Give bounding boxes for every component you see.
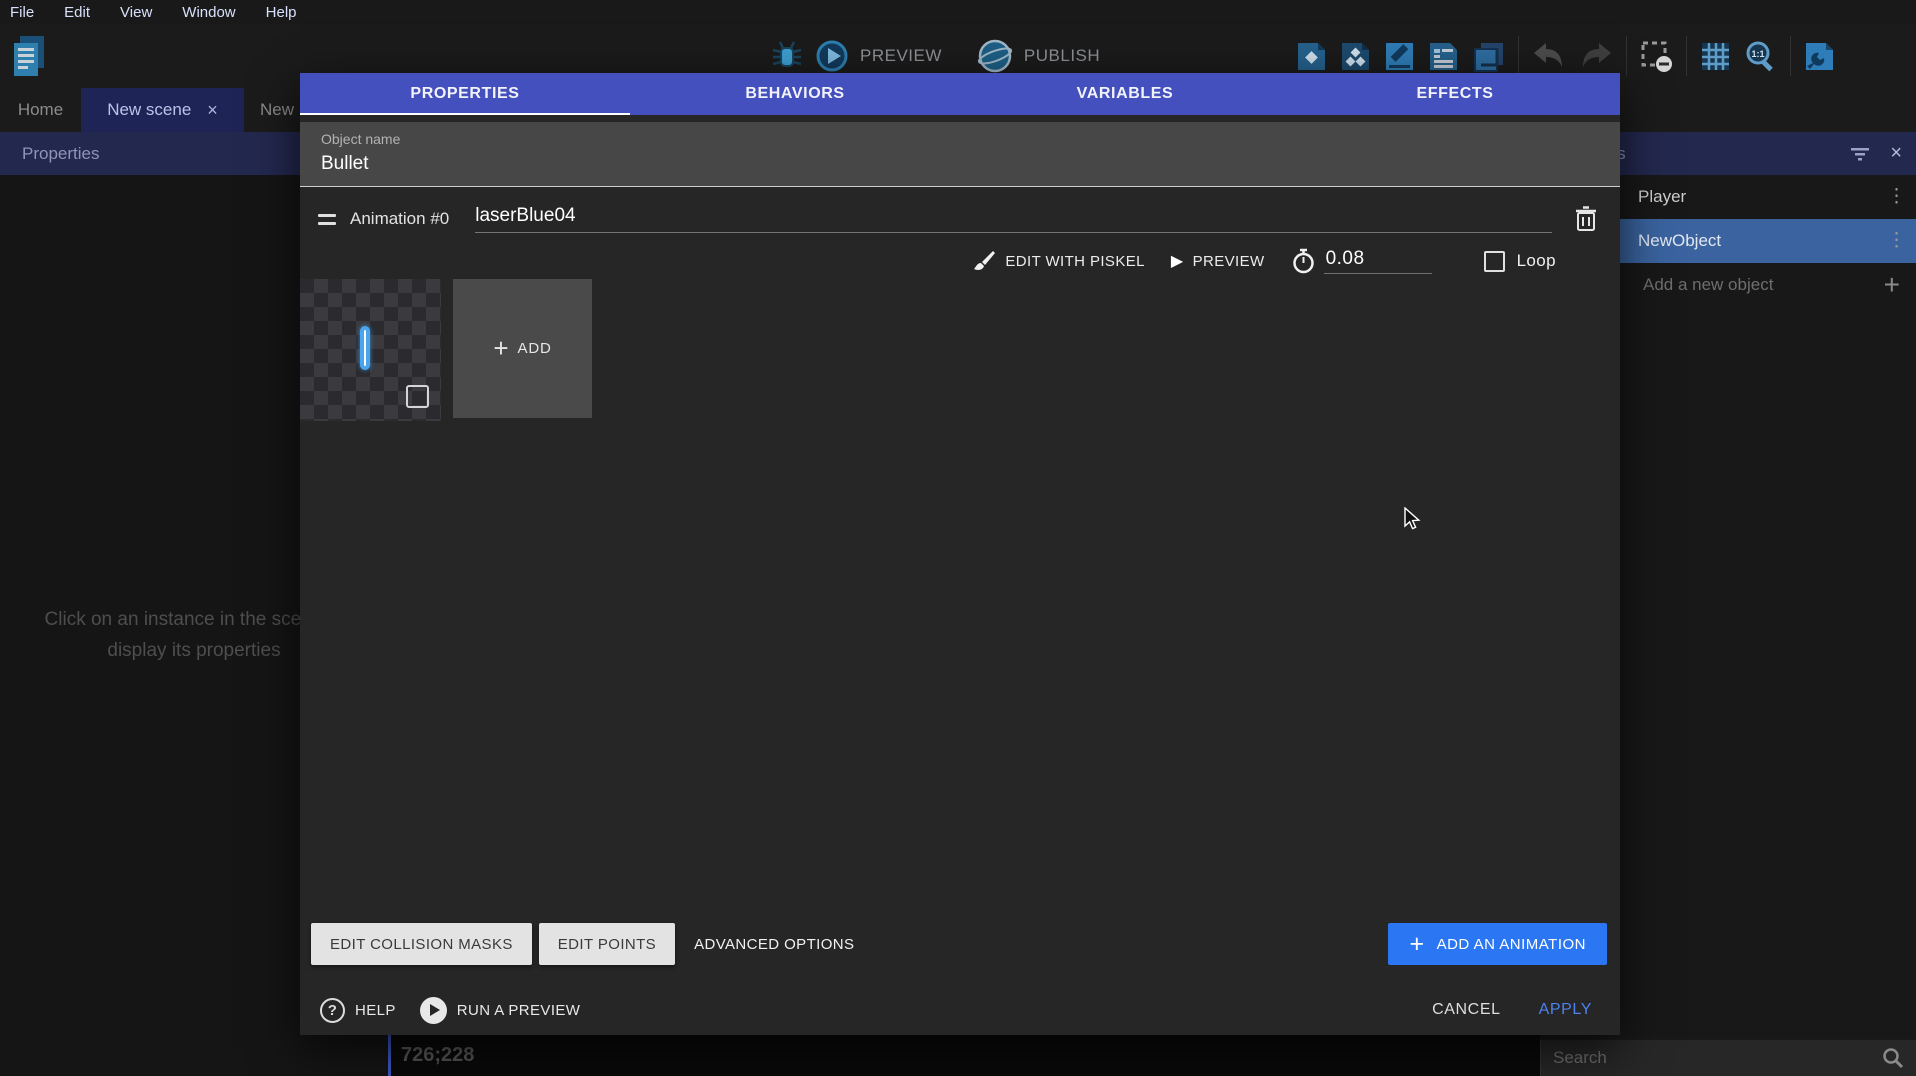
menu-edit[interactable]: Edit — [64, 4, 90, 21]
tab-home-label: Home — [18, 100, 63, 120]
object-editor-dialog: PROPERTIES BEHAVIORS VARIABLES EFFECTS O… — [300, 73, 1620, 1035]
animation-name-field[interactable]: laserBlue04 — [475, 205, 1552, 233]
toolbar-separator — [1686, 36, 1687, 76]
scene-status-bar: 726;228 — [388, 1035, 1540, 1076]
time-between-frames-field[interactable]: 0.08 — [1324, 248, 1432, 274]
search-icon[interactable] — [1882, 1047, 1904, 1069]
loop-label: Loop — [1517, 251, 1556, 271]
menu-view[interactable]: View — [120, 4, 152, 21]
play-icon: ▶ — [1171, 251, 1184, 271]
undo-icon[interactable] — [1532, 41, 1566, 71]
run-preview-icon[interactable] — [420, 997, 447, 1024]
animation-title: Animation #0 — [350, 209, 449, 229]
menu-file[interactable]: File — [10, 4, 34, 21]
debug-icon[interactable] — [770, 38, 804, 74]
menu-window[interactable]: Window — [182, 4, 235, 21]
dialog-tab-bar: PROPERTIES BEHAVIORS VARIABLES EFFECTS — [300, 73, 1620, 115]
add-an-animation-button[interactable]: + ADD AN ANIMATION — [1388, 923, 1607, 965]
mouse-cursor — [1403, 507, 1425, 536]
brush-icon — [972, 249, 996, 273]
run-a-preview-button[interactable]: RUN A PREVIEW — [457, 1002, 581, 1019]
loop-checkbox[interactable] — [1484, 251, 1505, 272]
search-input[interactable] — [1553, 1048, 1882, 1068]
toolbar-separator — [1790, 36, 1791, 76]
instances-list-icon[interactable] — [1428, 41, 1459, 72]
edit-scene-icon[interactable] — [1384, 41, 1415, 72]
edit-collision-masks-button[interactable]: EDIT COLLISION MASKS — [311, 923, 532, 965]
help-icon[interactable]: ? — [320, 998, 345, 1023]
filter-icon[interactable] — [1850, 146, 1870, 162]
cancel-button[interactable]: CANCEL — [1432, 1001, 1501, 1019]
scene-settings-icon[interactable] — [1804, 41, 1835, 72]
trash-icon[interactable] — [1574, 205, 1598, 233]
add-new-object-label: Add a new object — [1643, 275, 1773, 295]
properties-panel-title: Properties — [22, 144, 99, 164]
apply-button[interactable]: APPLY — [1539, 1001, 1592, 1019]
menu-bar: File Edit View Window Help — [0, 0, 1916, 24]
cursor-coordinates: 726;228 — [401, 1044, 474, 1067]
tab-behaviors[interactable]: BEHAVIORS — [630, 73, 960, 115]
tab-variables[interactable]: VARIABLES — [960, 73, 1290, 115]
gdevelop-app: File Edit View Window Help — [0, 0, 1916, 1076]
objects-group-icon[interactable] — [1340, 41, 1371, 72]
plus-icon: + — [1409, 930, 1424, 959]
object-icon[interactable] — [1296, 41, 1327, 72]
animation-header-row: Animation #0 laserBlue04 — [318, 201, 1598, 237]
selection-mask-icon[interactable] — [1640, 40, 1673, 73]
preview-play-icon[interactable] — [814, 38, 850, 74]
dialog-action-buttons: EDIT COLLISION MASKS EDIT POINTS ADVANCE… — [311, 923, 1607, 965]
object-name: Player — [1638, 187, 1686, 207]
laser-bullet-sprite — [360, 326, 370, 370]
kebab-menu-icon[interactable]: ⋮ — [1887, 234, 1906, 248]
grid-icon[interactable] — [1700, 41, 1731, 72]
objects-search-bar — [1540, 1039, 1916, 1076]
edit-points-button[interactable]: EDIT POINTS — [539, 923, 675, 965]
svg-text:1:1: 1:1 — [1751, 49, 1764, 59]
edit-with-piskel-button[interactable]: EDIT WITH PISKEL — [1005, 253, 1144, 270]
tab-properties[interactable]: PROPERTIES — [300, 73, 630, 115]
stopwatch-icon — [1291, 248, 1316, 275]
object-name-field[interactable]: Bullet — [321, 153, 1620, 175]
tab-home[interactable]: Home — [0, 88, 81, 132]
layers-icon[interactable] — [1472, 41, 1505, 72]
close-icon[interactable]: × — [1890, 142, 1902, 165]
plus-icon: + — [493, 333, 508, 364]
add-frame-button[interactable]: + ADD — [453, 279, 592, 418]
help-button[interactable]: HELP — [355, 1002, 396, 1019]
tab-close-icon[interactable]: × — [207, 100, 218, 121]
object-name-card: Object name Bullet — [300, 122, 1620, 187]
tab-truncated-label: New — [260, 100, 294, 120]
preview-button[interactable]: PREVIEW — [860, 46, 942, 66]
toolbar-separator — [1626, 36, 1627, 76]
editor-tab-bar: Home New scene × New — [0, 88, 334, 132]
object-name: NewObject — [1638, 231, 1721, 251]
publish-globe-icon[interactable] — [976, 37, 1014, 75]
frame-thumbnail[interactable] — [300, 279, 441, 421]
object-name-label: Object name — [321, 131, 1620, 147]
kebab-menu-icon[interactable]: ⋮ — [1887, 190, 1906, 204]
project-manager-icon[interactable] — [10, 34, 48, 80]
publish-button[interactable]: PUBLISH — [1024, 46, 1100, 66]
drag-handle-icon[interactable] — [318, 214, 336, 225]
plus-icon: + — [1884, 269, 1900, 301]
tab-new-scene-label: New scene — [107, 100, 191, 120]
preview-animation-button[interactable]: PREVIEW — [1193, 253, 1265, 270]
frame-select-checkbox[interactable] — [406, 385, 429, 408]
toolbar-separator — [1518, 36, 1519, 76]
advanced-options-button[interactable]: ADVANCED OPTIONS — [694, 936, 854, 953]
dialog-footer: ? HELP RUN A PREVIEW CANCEL APPLY — [320, 985, 1592, 1035]
zoom-1-1-icon[interactable]: 1:1 — [1744, 40, 1777, 73]
menu-help[interactable]: Help — [266, 4, 297, 21]
redo-icon[interactable] — [1579, 41, 1613, 71]
tab-effects[interactable]: EFFECTS — [1290, 73, 1620, 115]
animation-tools-row: EDIT WITH PISKEL ▶ PREVIEW 0.08 Loop — [972, 241, 1556, 281]
animation-frames-row: + ADD — [300, 279, 592, 421]
tab-new-scene[interactable]: New scene × — [81, 88, 244, 132]
